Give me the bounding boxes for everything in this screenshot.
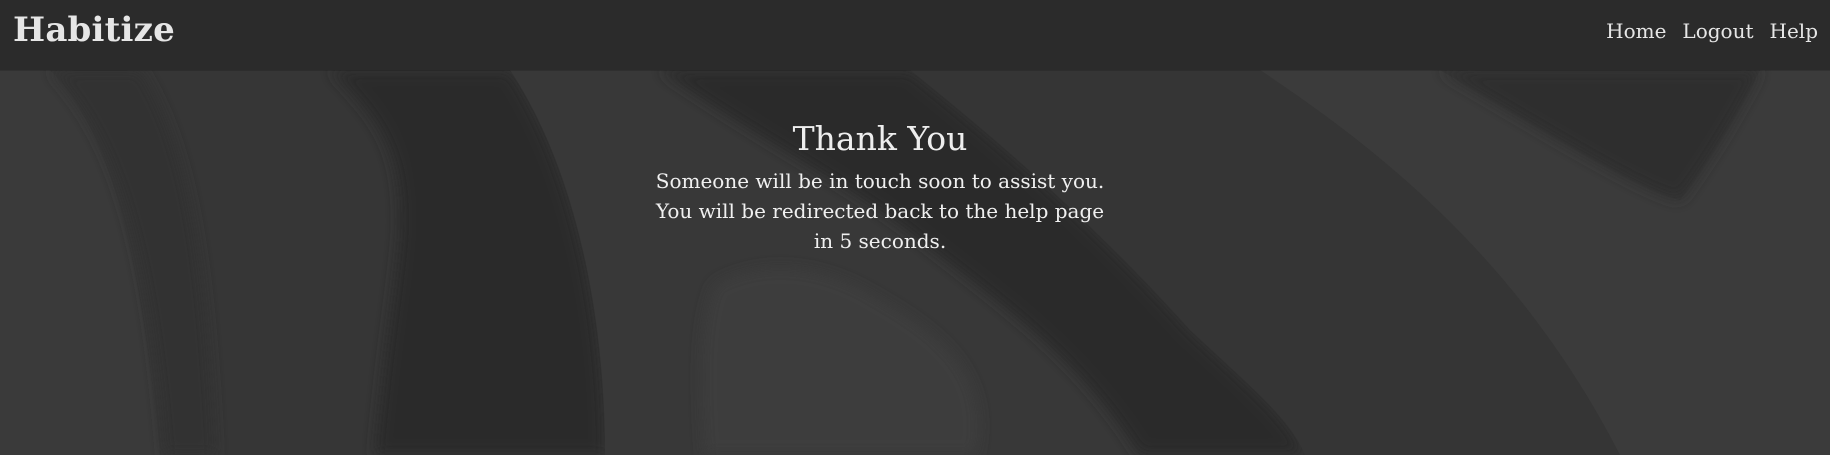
main-content: Thank You Someone will be in touch soon … xyxy=(0,70,1830,455)
page-title: Thank You xyxy=(792,119,968,158)
nav-help-link[interactable]: Help xyxy=(1770,19,1818,43)
message-line-2: You will be redirected back to the help … xyxy=(655,199,1105,253)
page: Habitize Home Logout Help Thank You Some… xyxy=(0,0,1830,455)
confirmation-message: Someone will be in touch soon to assist … xyxy=(655,166,1105,256)
nav-home-link[interactable]: Home xyxy=(1606,19,1666,43)
navbar: Habitize Home Logout Help xyxy=(0,0,1830,70)
nav-logout-link[interactable]: Logout xyxy=(1682,19,1753,43)
message-line-1: Someone will be in touch soon to assist … xyxy=(655,169,1105,193)
thank-you-panel: Thank You Someone will be in touch soon … xyxy=(655,116,1105,256)
brand-logo-link[interactable]: Habitize xyxy=(13,10,175,50)
top-nav: Home Logout Help xyxy=(1606,19,1818,43)
